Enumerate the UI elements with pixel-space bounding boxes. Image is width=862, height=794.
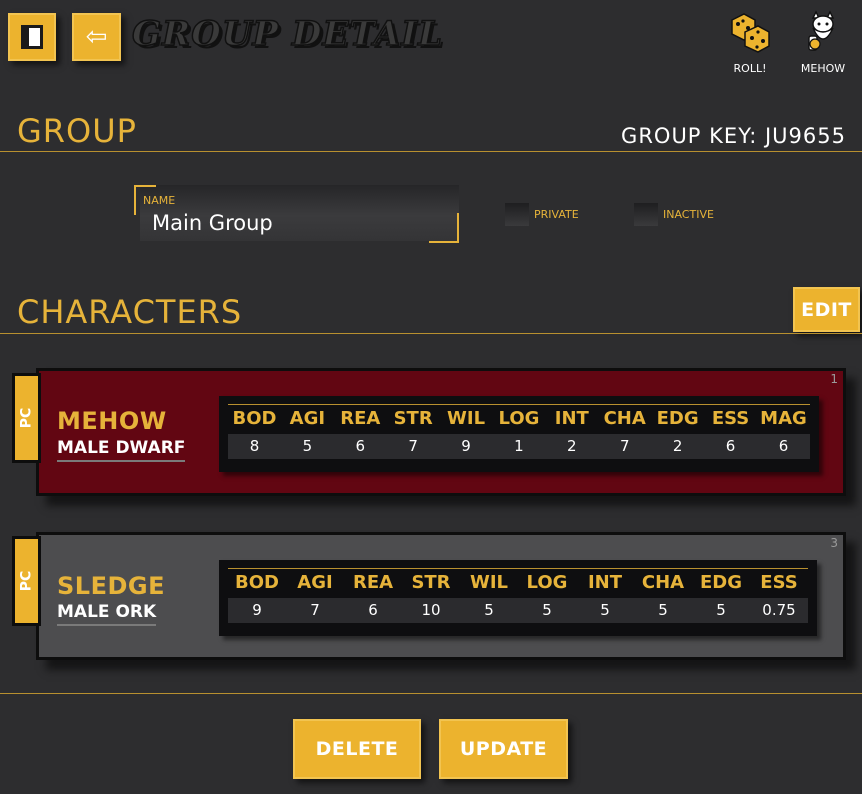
delete-button[interactable]: DELETE xyxy=(293,719,421,779)
update-button-label: UPDATE xyxy=(459,738,548,760)
stat-value: 2 xyxy=(651,431,705,459)
stat-value: 5 xyxy=(460,595,518,623)
character-name: MEHOW xyxy=(57,407,167,435)
character-index: 3 xyxy=(830,536,838,550)
stat-header: INT xyxy=(576,568,634,597)
stat-value: 5 xyxy=(576,595,634,623)
dice-icon xyxy=(731,13,770,53)
stat-header: ESS xyxy=(750,568,808,597)
stat-value: 2 xyxy=(545,431,599,459)
edit-button[interactable]: EDIT xyxy=(793,287,860,332)
character-index: 1 xyxy=(830,372,838,386)
stat-header: REA xyxy=(333,404,387,433)
stat-header: ESS xyxy=(704,404,757,433)
private-label: PRIVATE xyxy=(534,208,579,221)
divider xyxy=(0,151,862,152)
back-arrow-icon: ⇦ xyxy=(85,22,108,52)
inactive-checkbox-box[interactable] xyxy=(634,203,658,226)
profile-button[interactable]: MEHOW xyxy=(793,10,853,75)
stat-value: 6 xyxy=(344,595,402,623)
stat-value: 10 xyxy=(402,595,460,623)
inactive-checkbox[interactable]: INACTIVE xyxy=(634,203,714,226)
name-field-label: NAME xyxy=(143,194,176,207)
name-field: NAME xyxy=(134,185,459,243)
inactive-label: INACTIVE xyxy=(663,208,714,221)
stat-value: 9 xyxy=(228,595,286,623)
characters-section-title: CHARACTERS xyxy=(17,293,243,331)
stat-value: 5 xyxy=(518,595,576,623)
stat-value: 6 xyxy=(333,431,387,459)
stat-header: INT xyxy=(545,404,599,433)
stat-header: BOD xyxy=(228,404,281,433)
stats-table: BOD AGI REA STR WIL LOG INT CHA EDG ESS … xyxy=(219,560,817,636)
stat-value: 5 xyxy=(634,595,692,623)
delete-button-label: DELETE xyxy=(315,738,399,760)
page-title: GROUP DETAIL xyxy=(131,13,443,55)
stat-header: CHA xyxy=(634,568,692,597)
sidebar-icon xyxy=(21,25,43,49)
stats-table: BOD AGI REA STR WIL LOG INT CHA EDG ESS … xyxy=(219,396,819,472)
stat-value: 6 xyxy=(756,431,810,459)
back-button[interactable]: ⇦ xyxy=(72,13,121,61)
edit-button-label: EDIT xyxy=(801,298,852,321)
stat-value: 7 xyxy=(598,431,652,459)
stat-header: LOG xyxy=(518,568,576,597)
stat-value: 0.75 xyxy=(750,595,808,623)
stat-header: WIL xyxy=(460,568,518,597)
character-name: SLEDGE xyxy=(57,572,165,600)
sidebar-toggle-button[interactable] xyxy=(8,13,56,61)
stat-header: STR xyxy=(402,568,460,597)
stat-header: REA xyxy=(344,568,402,597)
name-input[interactable] xyxy=(152,209,442,237)
stat-header: AGI xyxy=(280,404,334,433)
private-checkbox-box[interactable] xyxy=(505,203,529,226)
divider xyxy=(0,693,862,694)
stat-value: 7 xyxy=(286,595,344,623)
dwarf-avatar-icon xyxy=(808,10,835,51)
character-metatype: MALE DWARF xyxy=(57,438,186,462)
divider xyxy=(0,333,862,334)
stat-value: 5 xyxy=(692,595,750,623)
stat-header: LOG xyxy=(492,404,546,433)
stat-value: 9 xyxy=(439,431,493,459)
character-metatype: MALE ORK xyxy=(57,602,157,626)
stat-value: 6 xyxy=(704,431,757,459)
stat-header: CHA xyxy=(598,404,652,433)
group-key: GROUP KEY: JU9655 xyxy=(621,124,846,148)
roll-button[interactable]: ROLL! xyxy=(720,10,780,75)
stat-header: EDG xyxy=(692,568,750,597)
stat-header: WIL xyxy=(439,404,493,433)
stat-header: STR xyxy=(386,404,440,433)
stat-value: 8 xyxy=(228,431,281,459)
stat-header: BOD xyxy=(228,568,286,597)
stat-value: 7 xyxy=(386,431,440,459)
private-checkbox[interactable]: PRIVATE xyxy=(505,203,579,226)
profile-label: MEHOW xyxy=(800,62,846,75)
character-type-tab: PC xyxy=(12,536,41,626)
character-card[interactable]: 3 PC SLEDGE MALE ORK BOD AGI REA STR WIL… xyxy=(12,532,846,660)
character-type-tab: PC xyxy=(12,373,41,463)
update-button[interactable]: UPDATE xyxy=(439,719,568,779)
stat-header: EDG xyxy=(651,404,705,433)
group-section-title: GROUP xyxy=(17,112,137,150)
roll-label: ROLL! xyxy=(733,62,767,75)
stat-header: MAG xyxy=(756,404,810,433)
stat-value: 5 xyxy=(280,431,334,459)
stat-header: AGI xyxy=(286,568,344,597)
stat-value: 1 xyxy=(492,431,546,459)
character-card[interactable]: 1 PC MEHOW MALE DWARF BOD AGI REA STR WI… xyxy=(12,368,846,496)
